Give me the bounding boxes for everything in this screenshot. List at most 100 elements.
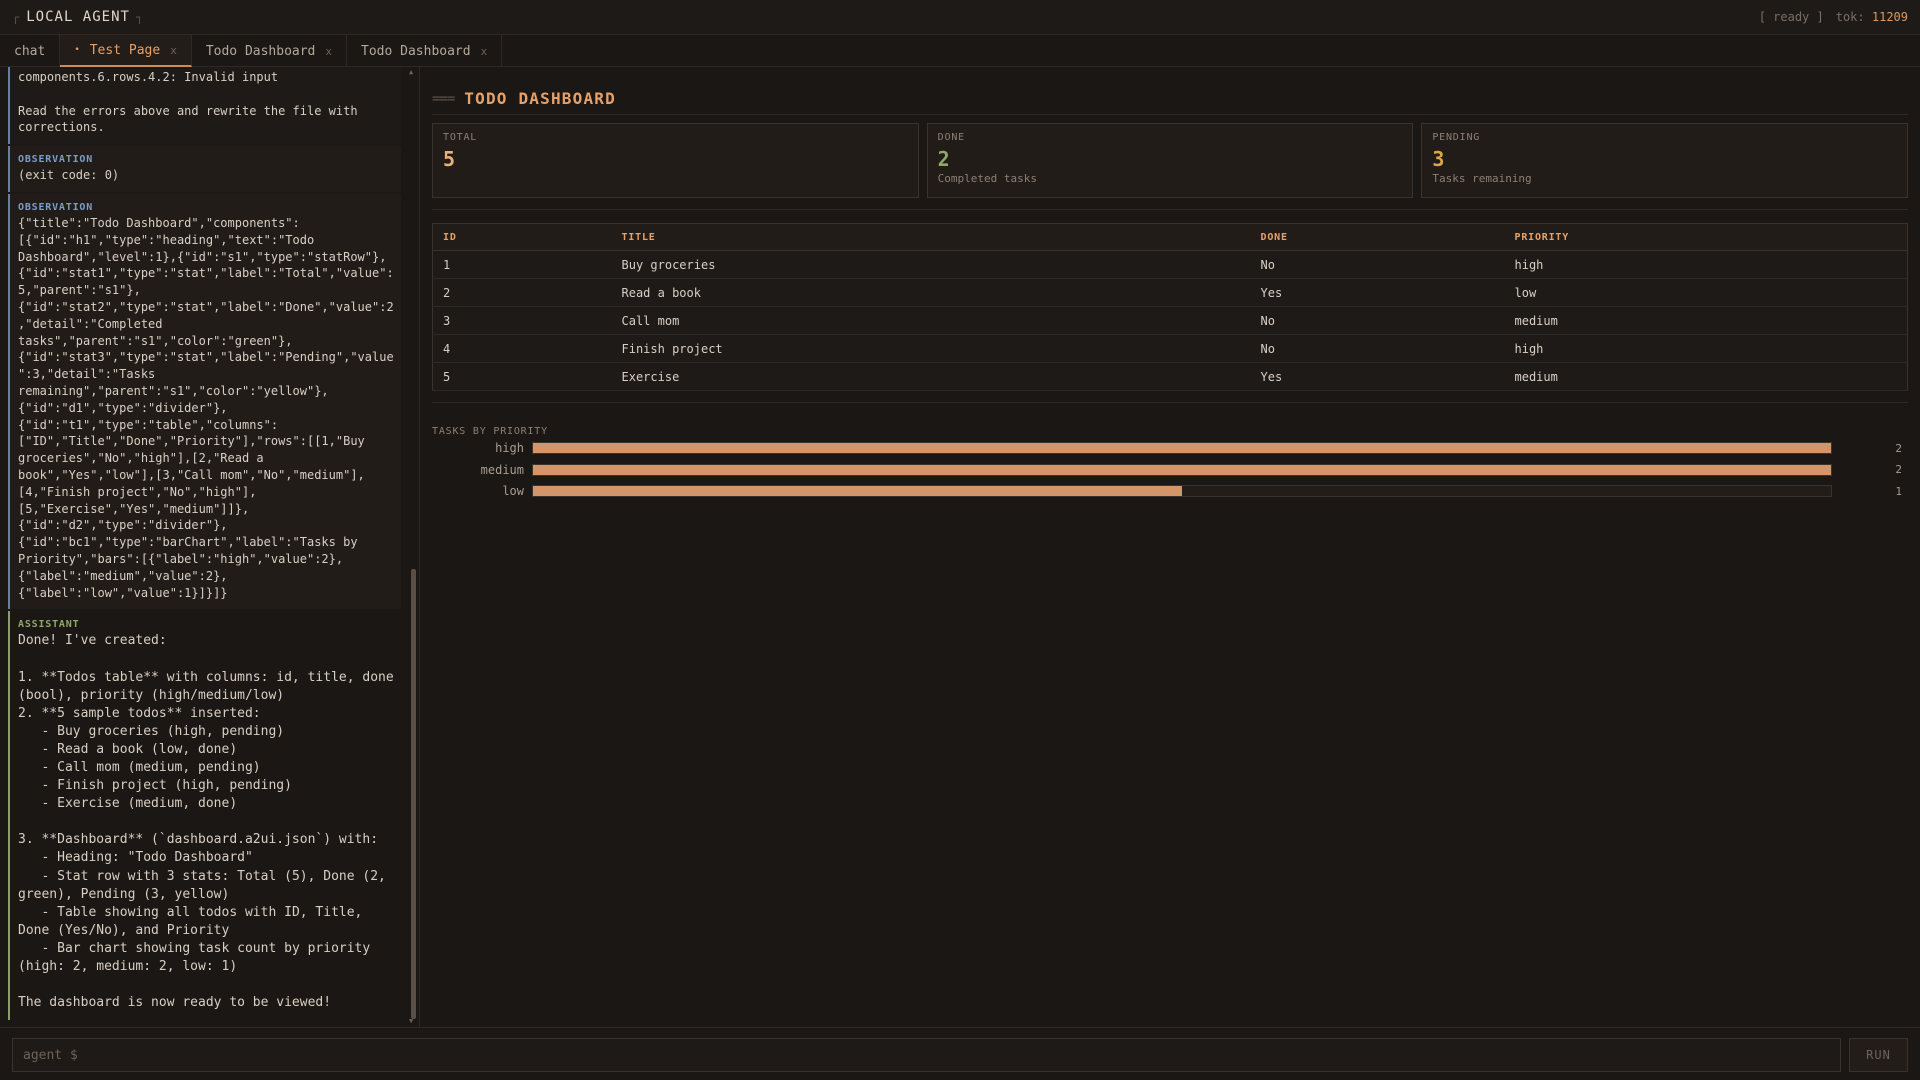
stat-row: TOTAL 5 DONE 2 Completed tasks PENDING 3… — [432, 123, 1909, 198]
bar-track — [532, 442, 1832, 454]
cell-priority: high — [1504, 334, 1908, 363]
bar-fill — [533, 486, 1182, 496]
stat-label: TOTAL — [443, 132, 478, 143]
tab-label: Test Page — [89, 42, 161, 58]
input-bar: RUN — [0, 1027, 1920, 1080]
active-dot-icon: • — [74, 45, 80, 55]
cell-done: No — [1250, 306, 1505, 335]
cell-done: No — [1250, 250, 1505, 279]
cell-done: No — [1250, 334, 1505, 363]
message-observation: OBSERVATION (exit code: 0) — [8, 146, 401, 192]
message-role-label: OBSERVATION — [18, 154, 94, 166]
tab-todo-dashboard-2[interactable]: Todo Dashboard x — [347, 35, 503, 67]
table-row: 2 Read a book Yes low — [432, 278, 1908, 307]
table-row: 4 Finish project No high — [432, 334, 1908, 363]
status-area: [ ready ] tok: 11209 — [1759, 10, 1908, 24]
brand: ┌ LOCAL AGENT ┐ — [12, 9, 144, 25]
column-header: ID — [432, 223, 612, 251]
cell-id: 2 — [432, 278, 612, 307]
todos-table: ID TITLE DONE PRIORITY 1 Buy groceries N… — [432, 223, 1908, 391]
tab-label: Todo Dashboard — [205, 43, 316, 59]
stat-card-total: TOTAL 5 — [432, 123, 919, 198]
message-text: (exit code: 0) — [18, 168, 120, 183]
stat-value: 3 — [1432, 147, 1445, 171]
message-text: {"title":"Todo Dashboard","components": … — [18, 215, 394, 600]
tab-test-page[interactable]: • Test Page x — [60, 35, 192, 67]
stat-label: PENDING — [1432, 132, 1481, 143]
heading-text: TODO DASHBOARD — [464, 89, 616, 108]
close-icon[interactable]: x — [170, 44, 177, 57]
cell-title: Call mom — [611, 306, 1251, 335]
bar-fill — [533, 443, 1831, 453]
bar-track — [532, 485, 1832, 497]
divider — [432, 402, 1908, 403]
close-icon[interactable]: x — [325, 45, 332, 58]
stat-value: 2 — [937, 147, 950, 171]
bar-row-medium: medium 2 — [432, 463, 1908, 477]
table-row: 5 Exercise Yes medium — [432, 362, 1908, 391]
token-label: tok: — [1835, 10, 1865, 24]
scroll-up-icon[interactable]: ▲ — [409, 68, 413, 76]
app-header: ┌ LOCAL AGENT ┐ [ ready ] tok: 11209 — [0, 0, 1920, 35]
chart-title: TASKS BY PRIORITY — [432, 426, 548, 437]
close-icon[interactable]: x — [481, 45, 488, 58]
message-text: components.6.rows.4.2: Invalid input Rea… — [18, 70, 358, 135]
stat-card-pending: PENDING 3 Tasks remaining — [1421, 123, 1909, 198]
app-root: ┌ LOCAL AGENT ┐ [ ready ] tok: 11209 cha… — [0, 0, 1920, 1080]
table-row: 3 Call mom No medium — [432, 306, 1908, 335]
token-counter: tok: 11209 — [1836, 10, 1908, 24]
table-header-row: ID TITLE DONE PRIORITY — [432, 223, 1908, 251]
cell-id: 4 — [432, 334, 612, 363]
bar-label: medium — [480, 462, 524, 477]
cell-priority: medium — [1504, 362, 1908, 391]
cell-id: 1 — [432, 250, 612, 279]
bar-track — [532, 463, 1832, 476]
stat-label: DONE — [937, 132, 965, 143]
bar-row-high: high 2 — [432, 441, 1908, 455]
bracket-right-icon: ┐ — [135, 10, 145, 24]
column-header: DONE — [1250, 223, 1505, 251]
dashboard-panel: === TODO DASHBOARD TOTAL 5 DONE 2 Comple… — [420, 67, 1920, 1027]
message-observation: OBSERVATION {"title":"Todo Dashboard","c… — [8, 193, 401, 610]
column-header: TITLE — [611, 223, 1251, 251]
bar-value: 2 — [1895, 463, 1902, 476]
message-role-label: ASSISTANT — [18, 619, 80, 631]
run-button[interactable]: RUN — [1849, 1038, 1908, 1072]
cell-title: Exercise — [611, 362, 1251, 391]
cell-id: 3 — [432, 306, 612, 335]
page-title: === TODO DASHBOARD — [432, 89, 616, 108]
heading-marks: === — [432, 90, 455, 107]
bar-label: low — [502, 484, 524, 498]
stat-value: 5 — [443, 147, 456, 171]
chat-messages: components.6.rows.4.2: Invalid input Rea… — [8, 67, 401, 1027]
agent-prompt-input[interactable] — [12, 1038, 1841, 1072]
cell-done: Yes — [1250, 362, 1505, 391]
scroll-down-icon[interactable]: ▼ — [409, 1017, 413, 1025]
tab-chat[interactable]: chat — [0, 35, 61, 67]
cell-title: Buy groceries — [611, 250, 1251, 279]
token-value: 11209 — [1871, 10, 1908, 24]
tab-label: Todo Dashboard — [361, 43, 471, 59]
message-error-feedback: components.6.rows.4.2: Invalid input Rea… — [8, 67, 401, 145]
message-assistant: ASSISTANT Done! I've created: 1. **Todos… — [8, 611, 401, 1021]
chat-panel[interactable]: components.6.rows.4.2: Invalid input Rea… — [0, 67, 420, 1027]
tab-todo-dashboard-1[interactable]: Todo Dashboard x — [192, 35, 348, 67]
stat-detail: Completed tasks — [937, 172, 1038, 185]
bar-value: 1 — [1895, 484, 1902, 498]
column-header: PRIORITY — [1504, 223, 1908, 251]
cell-title: Read a book — [611, 278, 1251, 307]
stat-card-done: DONE 2 Completed tasks — [926, 123, 1414, 198]
table-row: 1 Buy groceries No high — [432, 250, 1908, 279]
divider — [432, 114, 1908, 115]
message-role-label: OBSERVATION — [18, 201, 94, 213]
bar-fill — [533, 464, 1831, 475]
cell-priority: low — [1504, 278, 1908, 307]
cell-id: 5 — [432, 362, 612, 391]
cell-priority: medium — [1504, 306, 1908, 335]
chat-scrollbar[interactable] — [411, 569, 416, 1019]
bar-label: high — [495, 441, 524, 455]
cell-title: Finish project — [611, 334, 1251, 363]
tab-bar: chat • Test Page x Todo Dashboard x Todo… — [0, 35, 1920, 67]
stat-detail: Tasks remaining — [1432, 172, 1532, 185]
divider — [432, 209, 1908, 210]
